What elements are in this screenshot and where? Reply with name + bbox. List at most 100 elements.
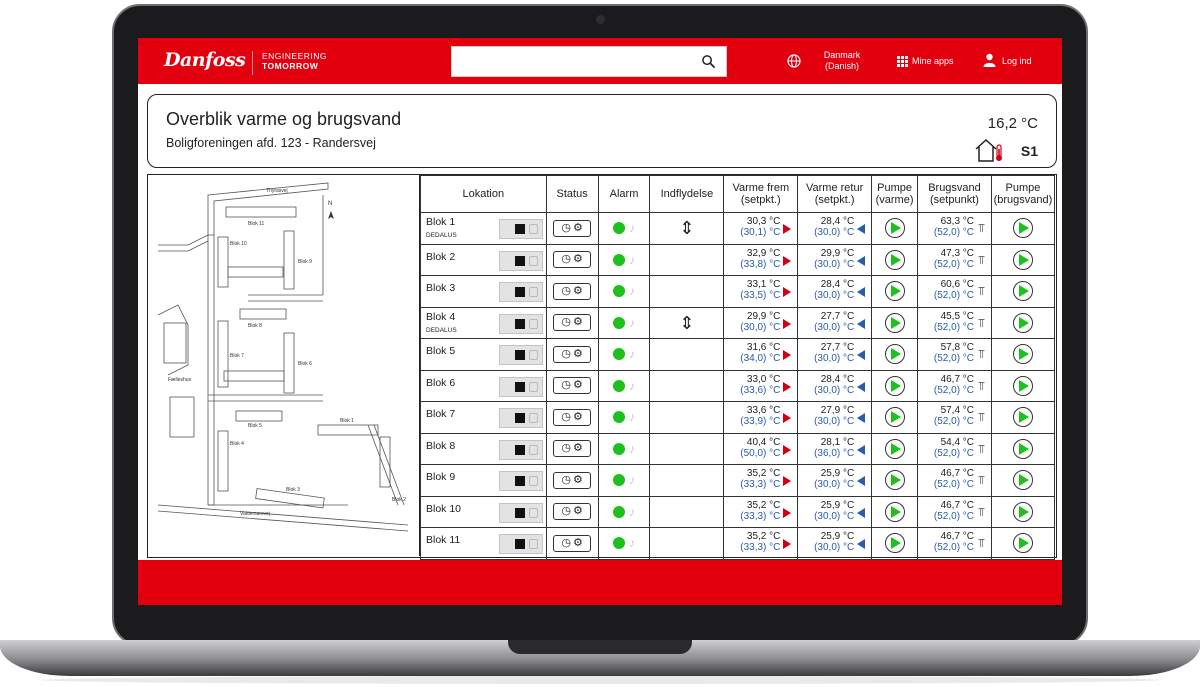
status-button[interactable]: ◷ ⚙: [553, 345, 592, 363]
col-header-varme-frem[interactable]: Varme frem (setpkt.): [723, 175, 799, 213]
pump-icon[interactable]: [1012, 533, 1033, 554]
location-toggle[interactable]: [499, 345, 543, 365]
danfoss-logo[interactable]: Danfoss: [164, 47, 259, 77]
status-button[interactable]: ◷ ⚙: [553, 314, 592, 332]
cell-lokation[interactable]: Blok 2: [420, 243, 547, 276]
bell-icon[interactable]: ♪: [629, 347, 635, 361]
pump-icon[interactable]: [1012, 438, 1033, 459]
pump-icon[interactable]: [1012, 249, 1033, 270]
pump-icon[interactable]: [884, 533, 905, 554]
location-toggle[interactable]: [499, 219, 543, 239]
pump-icon[interactable]: [884, 407, 905, 428]
cell-lokation[interactable]: Blok 4 DEDALUS: [420, 306, 547, 339]
location-name[interactable]: Blok 8: [426, 440, 455, 452]
location-toggle[interactable]: [499, 282, 543, 302]
table-row[interactable]: Blok 10 ◷ ⚙ ♪ 35,2 °C (33,3) °C 25,9 °C (30,0) …: [420, 495, 1056, 528]
bell-icon[interactable]: ♪: [629, 505, 635, 519]
location-toggle[interactable]: [499, 250, 543, 271]
location-toggle[interactable]: [499, 376, 543, 397]
influence-icon[interactable]: ⇕: [679, 313, 694, 333]
pump-icon[interactable]: [884, 344, 905, 365]
globe-icon[interactable]: [787, 54, 801, 68]
col-header-brugsvand[interactable]: Brugsvand (setpunkt): [917, 175, 992, 213]
pump-icon[interactable]: [884, 281, 905, 302]
col-header-alarm[interactable]: Alarm: [597, 175, 651, 213]
location-name[interactable]: Blok 2: [426, 251, 455, 263]
pump-icon[interactable]: [1012, 470, 1033, 491]
cell-lokation[interactable]: Blok 6: [420, 369, 547, 402]
login-link[interactable]: Log ind: [1002, 56, 1032, 67]
status-button[interactable]: ◷ ⚙: [553, 471, 592, 489]
site-map[interactable]: Thyrasvej Blok 11 Blok 10 Blok 9 Blok 8 …: [148, 175, 420, 556]
pump-icon[interactable]: [884, 375, 905, 396]
pump-icon[interactable]: [884, 218, 905, 239]
search-input[interactable]: [451, 46, 727, 77]
location-name[interactable]: Blok 11: [426, 534, 460, 546]
location-toggle[interactable]: [499, 439, 543, 460]
location-name[interactable]: Blok 3: [426, 282, 455, 294]
bell-icon[interactable]: ♪: [629, 536, 635, 550]
bell-icon[interactable]: ♪: [629, 316, 635, 330]
location-toggle[interactable]: [499, 502, 543, 523]
pump-icon[interactable]: [884, 312, 905, 333]
table-row[interactable]: Blok 6 ◷ ⚙ ♪ 33,0 °C (33,6) °C 28,4 °C (30,0) °…: [420, 369, 1056, 402]
table-row[interactable]: Blok 7 ◷ ⚙ ♪ 33,6 °C (33,9) °C 27,9 °C (30,0) °…: [420, 401, 1056, 434]
table-row[interactable]: Blok 1 DEDALUS ◷ ⚙ ♪ ⇕ 30,3 °C (30,1) °C 28,4 °C…: [420, 212, 1056, 245]
my-apps-link[interactable]: Mine apps: [912, 56, 954, 67]
status-button[interactable]: ◷ ⚙: [553, 408, 592, 426]
col-header-pumpe-brugsvand[interactable]: Pumpe (brugsvand): [990, 175, 1056, 213]
cell-lokation[interactable]: Blok 1 DEDALUS: [420, 212, 547, 245]
location-name[interactable]: Blok 5: [426, 345, 455, 357]
location-toggle[interactable]: [499, 408, 543, 428]
user-icon[interactable]: [983, 53, 996, 67]
location-name[interactable]: Blok 4: [426, 311, 455, 323]
cell-lokation[interactable]: Blok 9: [420, 464, 547, 497]
status-button[interactable]: ◷ ⚙: [553, 282, 592, 300]
table-row[interactable]: Blok 5 ◷ ⚙ ♪ 31,6 °C (34,0) °C 27,7 °C (30,0) °…: [420, 338, 1056, 371]
location-name[interactable]: Blok 9: [426, 471, 455, 483]
pump-icon[interactable]: [884, 438, 905, 459]
location-name[interactable]: Blok 1: [426, 216, 455, 228]
pump-icon[interactable]: [1012, 312, 1033, 333]
pump-icon[interactable]: [884, 470, 905, 491]
bell-icon[interactable]: ♪: [629, 284, 635, 298]
status-button[interactable]: ◷ ⚙: [553, 503, 592, 521]
location-toggle[interactable]: [499, 534, 543, 554]
bell-icon[interactable]: ♪: [629, 253, 635, 267]
table-row[interactable]: Blok 3 ◷ ⚙ ♪ 33,1 °C (33,5) °C 28,4 °C (30,0) °…: [420, 275, 1056, 308]
pump-icon[interactable]: [1012, 281, 1033, 302]
status-button[interactable]: ◷ ⚙: [553, 534, 592, 552]
pump-icon[interactable]: [1012, 375, 1033, 396]
status-button[interactable]: ◷ ⚙: [553, 219, 592, 237]
cell-lokation[interactable]: Blok 7: [420, 401, 547, 434]
location-name[interactable]: Blok 10: [426, 503, 461, 515]
col-header-pumpe-varme[interactable]: Pumpe (varme): [871, 175, 919, 213]
table-row[interactable]: Blok 2 ◷ ⚙ ♪ 32,9 °C (33,8) °C 29,9 °C (30,0) °…: [420, 243, 1056, 276]
cell-lokation[interactable]: Blok 3: [420, 275, 547, 308]
country-selector[interactable]: Danmark (Danish): [818, 50, 866, 72]
location-name[interactable]: Blok 6: [426, 377, 455, 389]
cell-lokation[interactable]: Blok 8: [420, 432, 547, 465]
influence-icon[interactable]: ⇕: [679, 218, 694, 238]
table-row[interactable]: Blok 9 ◷ ⚙ ♪ 35,2 °C (33,3) °C 25,9 °C (30,0) °…: [420, 464, 1056, 497]
col-header-varme-retur[interactable]: Varme retur (setpkt.): [797, 175, 873, 213]
table-row[interactable]: Blok 8 ◷ ⚙ ♪ 40,4 °C (50,0) °C 28,1 °C (36,0) °…: [420, 432, 1056, 465]
location-toggle[interactable]: [499, 313, 543, 334]
status-button[interactable]: ◷ ⚙: [553, 440, 592, 458]
status-button[interactable]: ◷ ⚙: [553, 251, 592, 269]
location-toggle[interactable]: [499, 471, 543, 491]
bell-icon[interactable]: ♪: [629, 442, 635, 456]
bell-icon[interactable]: ♪: [629, 473, 635, 487]
cell-lokation[interactable]: Blok 5: [420, 338, 547, 371]
pump-icon[interactable]: [884, 501, 905, 522]
cell-lokation[interactable]: Blok 11: [420, 527, 547, 560]
pump-icon[interactable]: [1012, 501, 1033, 522]
pump-icon[interactable]: [1012, 407, 1033, 428]
bell-icon[interactable]: ♪: [629, 410, 635, 424]
table-row[interactable]: Blok 4 DEDALUS ◷ ⚙ ♪ ⇕ 29,9 °C (30,0) °C 27,7 °C…: [420, 306, 1056, 339]
status-button[interactable]: ◷ ⚙: [553, 377, 592, 395]
pump-icon[interactable]: [1012, 344, 1033, 365]
search-icon[interactable]: [701, 54, 716, 69]
location-name[interactable]: Blok 7: [426, 408, 455, 420]
col-header-lokation[interactable]: Lokation: [420, 175, 547, 213]
